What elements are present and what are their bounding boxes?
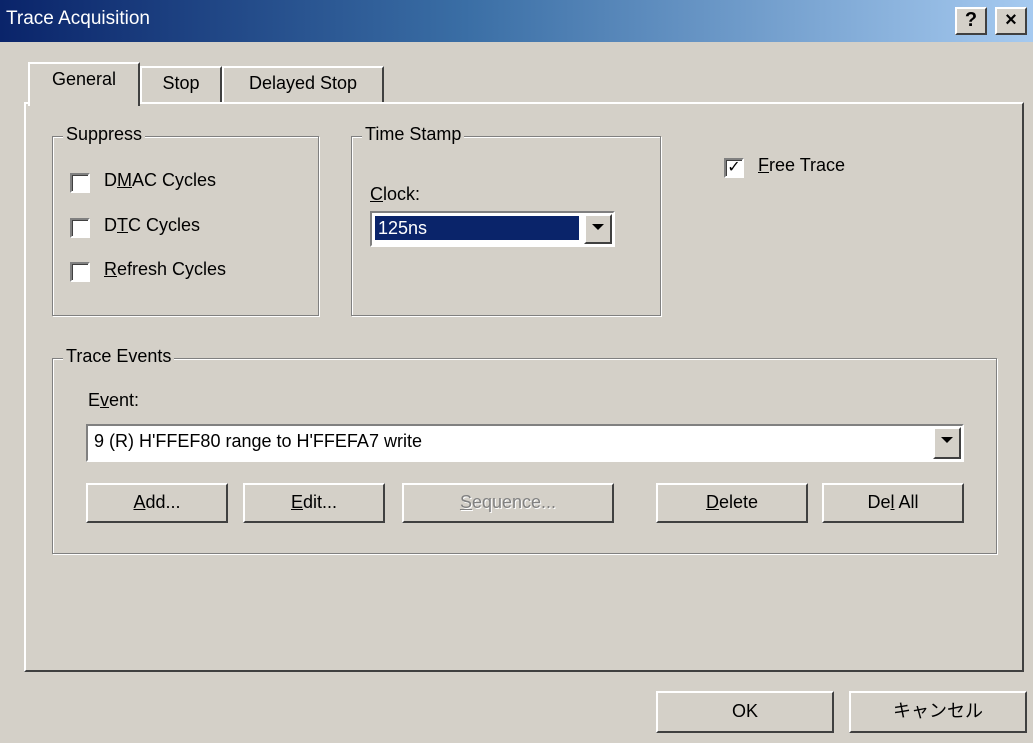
help-button[interactable]: ?	[955, 7, 987, 35]
delete-button[interactable]: Delete	[656, 483, 808, 523]
window-title: Trace Acquisition	[6, 8, 150, 29]
refresh-cycles-checkbox[interactable]	[70, 262, 90, 282]
tab-stop-label: Stop	[162, 73, 200, 93]
time-stamp-group-label: Time Stamp	[362, 124, 465, 145]
clock-label: Clock:	[370, 184, 421, 204]
event-label: Event:	[88, 390, 140, 410]
refresh-cycles-label: Refresh Cycles	[104, 259, 227, 279]
dmac-cycles-label: DMAC Cycles	[104, 170, 217, 190]
tab-delayed-stop[interactable]: Delayed Stop	[222, 66, 384, 104]
clock-select[interactable]: 125ns	[370, 211, 615, 247]
tab-general-label: General	[51, 69, 117, 89]
free-trace-label: Free Trace	[758, 155, 846, 175]
dtc-cycles-checkbox[interactable]	[70, 218, 90, 238]
ok-button[interactable]: OK	[656, 691, 834, 733]
title-bar: Trace Acquisition ? ×	[0, 0, 1033, 42]
delete-all-button[interactable]: Del All	[822, 483, 964, 523]
trace-events-group-label: Trace Events	[63, 346, 175, 367]
free-trace-checkbox[interactable]: ✓	[724, 158, 744, 178]
chevron-down-icon[interactable]	[933, 427, 961, 459]
dtc-cycles-label: DTC Cycles	[104, 215, 201, 235]
chevron-down-icon[interactable]	[584, 214, 612, 244]
clock-select-value: 125ns	[374, 215, 580, 241]
event-select[interactable]: 9 (R) H'FFEF80 range to H'FFEFA7 write	[86, 424, 964, 462]
add-button[interactable]: Add...	[86, 483, 228, 523]
check-mark-icon: ✓	[727, 159, 741, 176]
tab-stop[interactable]: Stop	[140, 66, 222, 104]
cancel-button[interactable]: キャンセル	[849, 691, 1027, 733]
tab-delayed-stop-label: Delayed Stop	[248, 73, 358, 93]
event-select-value: 9 (R) H'FFEF80 range to H'FFEFA7 write	[94, 431, 422, 451]
suppress-group-label: Suppress	[63, 124, 146, 145]
close-button[interactable]: ×	[995, 7, 1027, 35]
edit-button[interactable]: Edit...	[243, 483, 385, 523]
dmac-cycles-checkbox[interactable]	[70, 173, 90, 193]
sequence-button[interactable]: Sequence...	[402, 483, 614, 523]
tab-general[interactable]: General	[28, 62, 140, 106]
